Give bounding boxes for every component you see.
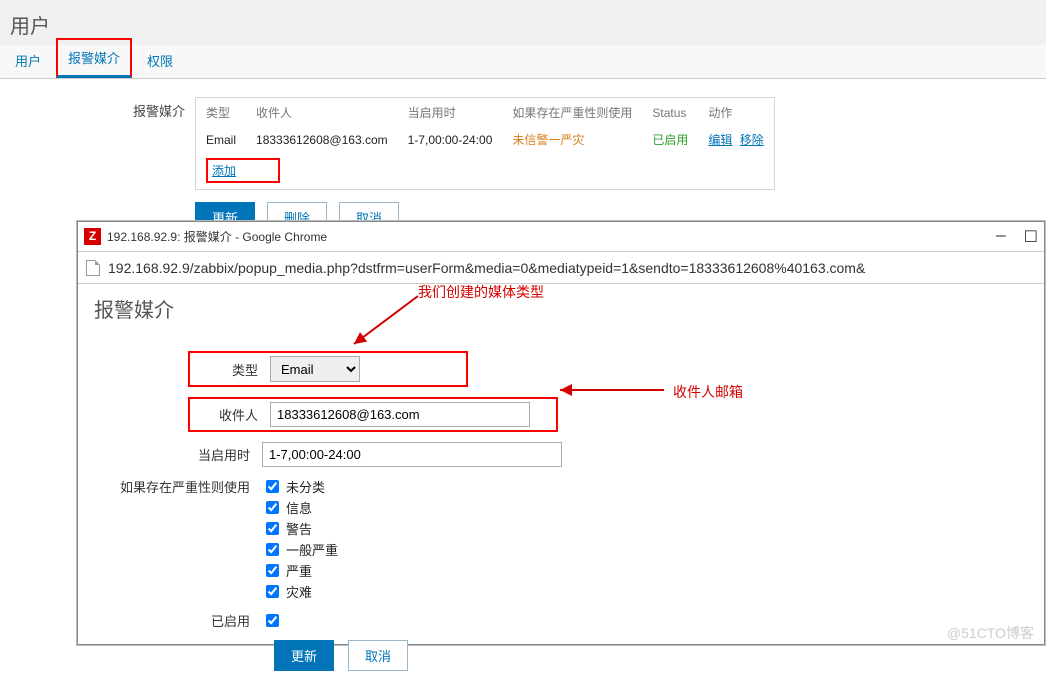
annotation-recipient: 收件人邮箱 <box>673 382 743 402</box>
minimize-icon[interactable]: — <box>996 227 1006 247</box>
table-row: Email 18333612608@163.com 1-7,00:00-24:0… <box>196 127 775 152</box>
add-link[interactable]: 添加 <box>206 158 280 183</box>
sev-1: 信息 <box>286 498 312 517</box>
col-recipient: 收件人 <box>246 98 398 128</box>
media-section-label: 报警媒介 <box>0 97 195 233</box>
popup-url-bar: 192.168.92.9/zabbix/popup_media.php?dstf… <box>78 252 1044 284</box>
sev-cb-3[interactable] <box>266 543 279 556</box>
type-select[interactable]: Email <box>270 356 360 382</box>
tab-user[interactable]: 用户 <box>0 42 56 78</box>
annotation-type: 我们创建的媒体类型 <box>418 282 544 302</box>
media-table: 类型 收件人 当启用时 如果存在严重性则使用 Status 动作 Email 1… <box>195 97 775 190</box>
table-header-row: 类型 收件人 当启用时 如果存在严重性则使用 Status 动作 <box>196 98 775 128</box>
popup-update-button[interactable]: 更新 <box>274 640 334 671</box>
popup-titlebar: Z 192.168.92.9: 报警媒介 - Google Chrome — ☐ <box>78 222 1044 252</box>
label-recipient: 收件人 <box>190 405 270 424</box>
zabbix-icon: Z <box>84 228 101 245</box>
document-icon <box>86 260 100 276</box>
col-status: Status <box>642 98 698 128</box>
when-input[interactable] <box>262 442 562 467</box>
maximize-icon[interactable]: ☐ <box>1024 227 1038 247</box>
sev-5: 灾难 <box>286 582 312 601</box>
cell-severity: 未信警一严灾 <box>502 127 642 152</box>
sev-0: 未分类 <box>286 477 325 496</box>
recipient-input[interactable] <box>270 402 530 427</box>
col-when: 当启用时 <box>398 98 503 128</box>
sev-cb-4[interactable] <box>266 564 279 577</box>
sev-cb-5[interactable] <box>266 585 279 598</box>
popup-cancel-button[interactable]: 取消 <box>348 640 408 671</box>
page-title: 用户 <box>0 0 1046 45</box>
label-enabled: 已启用 <box>92 611 262 630</box>
arrow-type-icon <box>348 292 428 352</box>
tab-permissions[interactable]: 权限 <box>132 42 188 78</box>
sev-cb-1[interactable] <box>266 501 279 514</box>
remove-link[interactable]: 移除 <box>740 133 764 147</box>
label-type: 类型 <box>190 360 270 379</box>
sev-4: 严重 <box>286 561 312 580</box>
watermark: @51CTO博客 <box>947 623 1034 643</box>
label-severity: 如果存在严重性则使用 <box>92 477 262 496</box>
sev-cb-2[interactable] <box>266 522 279 535</box>
cell-recipient: 18333612608@163.com <box>246 127 398 152</box>
sev-2: 警告 <box>286 519 312 538</box>
arrow-recipient-icon <box>556 382 666 398</box>
severity-list: 未分类 信息 警告 一般严重 严重 灾难 <box>262 477 338 601</box>
edit-link[interactable]: 编辑 <box>708 133 732 147</box>
sev-cb-0[interactable] <box>266 480 279 493</box>
cell-status: 已启用 <box>642 127 698 152</box>
col-type: 类型 <box>196 98 247 128</box>
popup-heading: 报警媒介 <box>94 294 1030 323</box>
sev-3: 一般严重 <box>286 540 338 559</box>
table-add-row: 添加 <box>196 152 775 190</box>
label-when: 当启用时 <box>92 445 262 464</box>
col-action: 动作 <box>698 98 774 128</box>
popup-url-text: 192.168.92.9/zabbix/popup_media.php?dstf… <box>108 260 865 276</box>
tab-media[interactable]: 报警媒介 <box>56 38 132 78</box>
col-severity: 如果存在严重性则使用 <box>502 98 642 128</box>
enabled-checkbox[interactable] <box>266 614 279 627</box>
tab-bar: 用户 报警媒介 权限 <box>0 45 1046 79</box>
popup-window: Z 192.168.92.9: 报警媒介 - Google Chrome — ☐… <box>77 221 1045 645</box>
popup-window-title: 192.168.92.9: 报警媒介 - Google Chrome <box>107 228 327 245</box>
cell-when: 1-7,00:00-24:00 <box>398 127 503 152</box>
cell-type: Email <box>196 127 247 152</box>
